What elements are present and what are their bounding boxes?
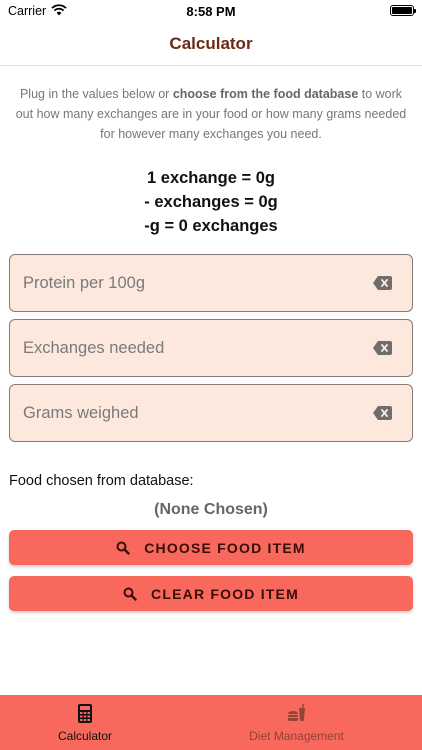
intro-text: Plug in the values below or choose from …: [12, 84, 410, 144]
choose-food-button[interactable]: CHOOSE FOOD ITEM: [9, 530, 413, 565]
navigation-bar: Calculator: [0, 22, 422, 66]
food-database-link: choose from the food database: [172, 87, 359, 101]
choose-food-label: CHOOSE FOOD ITEM: [144, 539, 306, 556]
clear-food-label: CLEAR FOOD ITEM: [151, 585, 299, 602]
result-exchanges-needed: - exchanges = 0g: [144, 193, 278, 211]
chosen-food-value: (None Chosen): [154, 501, 268, 518]
result-grams-weighed: -g = 0 exchanges: [144, 217, 278, 235]
search-icon: [123, 587, 137, 601]
tab-bar: Calculator Diet Management: [0, 695, 422, 750]
page-title: Calculator: [169, 34, 253, 53]
protein-input[interactable]: [23, 255, 353, 311]
tab-calculator-label: Calculator: [57, 729, 113, 743]
exchanges-input[interactable]: [23, 320, 353, 376]
clear-exchanges-icon[interactable]: [373, 341, 392, 355]
result-exchange-grams: 1 exchange = 0g: [147, 169, 275, 187]
clock: 8:58 PM: [186, 4, 236, 19]
tab-diet-management-label: Diet Management: [249, 729, 344, 743]
tab-diet-management[interactable]: Diet Management: [191, 695, 402, 750]
food-drink-icon: [287, 704, 305, 722]
grams-field[interactable]: [9, 384, 413, 442]
clear-food-button[interactable]: CLEAR FOOD ITEM: [9, 576, 413, 611]
grams-input[interactable]: [23, 385, 353, 441]
exchanges-field[interactable]: [9, 319, 413, 377]
battery-icon: [390, 5, 416, 16]
protein-field[interactable]: [9, 254, 413, 312]
clear-grams-icon[interactable]: [373, 406, 392, 420]
status-bar: Carrier 8:58 PM: [0, 0, 422, 22]
calculator-icon: [78, 704, 92, 723]
search-icon: [116, 541, 130, 555]
food-database-label: Food chosen from database:: [9, 473, 194, 489]
clear-protein-icon[interactable]: [373, 276, 392, 290]
intro-text-start: Plug in the values below or: [19, 87, 173, 101]
